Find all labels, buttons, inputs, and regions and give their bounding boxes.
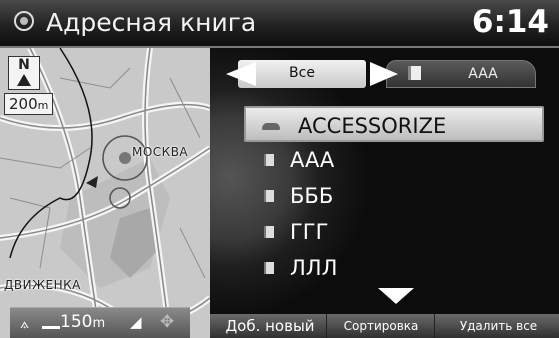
address-book-panel: AAA Все ACCESSORIZE AAA БББ ГГГ ЛЛЛ — [210, 48, 559, 314]
map-zoom-badge: 200m — [4, 93, 54, 115]
map-scale-value: 150 — [60, 312, 93, 332]
map-scale-bar: ⟑ 150m ◢ ✥ — [10, 307, 190, 338]
list-item[interactable]: ACCESSORIZE — [244, 106, 544, 142]
car-icon — [262, 123, 280, 130]
add-new-button[interactable]: Доб. новый — [214, 314, 327, 338]
heading-arrow-icon: ⟑ — [20, 314, 30, 332]
list-item-label: ACCESSORIZE — [298, 114, 447, 138]
map-scale: 150m — [60, 312, 105, 332]
title-bar: Адресная книга 6:14 — [0, 0, 559, 48]
tab-aaa-label: AAA — [468, 66, 498, 82]
next-category-arrow-icon[interactable] — [370, 62, 398, 86]
tab-all-label: Все — [289, 65, 315, 81]
map-scale-unit: m — [92, 316, 106, 331]
book-icon — [408, 66, 421, 80]
sort-button[interactable]: Сортировка — [328, 314, 435, 338]
map-zoom-value: 200 — [9, 95, 38, 113]
page-title: Адресная книга — [46, 8, 257, 37]
book-icon — [264, 190, 274, 202]
list-item-label: ЛЛЛ — [290, 256, 338, 280]
category-tabs: AAA Все — [218, 58, 548, 92]
navigation-icon — [14, 11, 34, 31]
map-label-dvizhenka: ДВИЖЕНКА — [4, 278, 81, 292]
delete-all-button[interactable]: Удалить все — [438, 314, 559, 338]
list-item-label: БББ — [290, 184, 334, 208]
map-zoom-unit: m — [37, 99, 49, 112]
tab-all[interactable]: Все — [238, 60, 366, 88]
book-icon — [264, 226, 274, 238]
north-label: N — [18, 57, 30, 73]
list-item[interactable]: ЛЛЛ — [244, 250, 544, 286]
clock: 6:14 — [471, 4, 549, 40]
map-label-moskva: МОСКВА — [132, 145, 189, 159]
list-item-label: AAA — [290, 148, 335, 172]
compass-icon: ✥ — [160, 312, 175, 332]
prev-category-arrow-icon[interactable] — [226, 62, 256, 86]
scale-line — [42, 326, 60, 329]
book-icon — [264, 154, 274, 166]
address-list: ACCESSORIZE AAA БББ ГГГ ЛЛЛ — [244, 106, 544, 286]
route-arrow-icon: ◢ — [130, 313, 142, 331]
list-item[interactable]: БББ — [244, 178, 544, 214]
list-item[interactable]: ГГГ — [244, 214, 544, 250]
map-roads — [0, 48, 210, 338]
north-arrow-icon — [17, 74, 31, 86]
list-item[interactable]: AAA — [244, 142, 544, 178]
scroll-down-arrow-icon[interactable] — [378, 288, 414, 304]
book-icon — [264, 262, 274, 274]
map-preview[interactable]: N 200m МОСКВА ДВИЖЕНКА ⟑ 150m ◢ ✥ — [0, 48, 210, 338]
action-bar: Доб. новый Сортировка Удалить все — [210, 314, 559, 338]
north-indicator[interactable]: N — [8, 56, 40, 90]
list-item-label: ГГГ — [290, 220, 329, 244]
